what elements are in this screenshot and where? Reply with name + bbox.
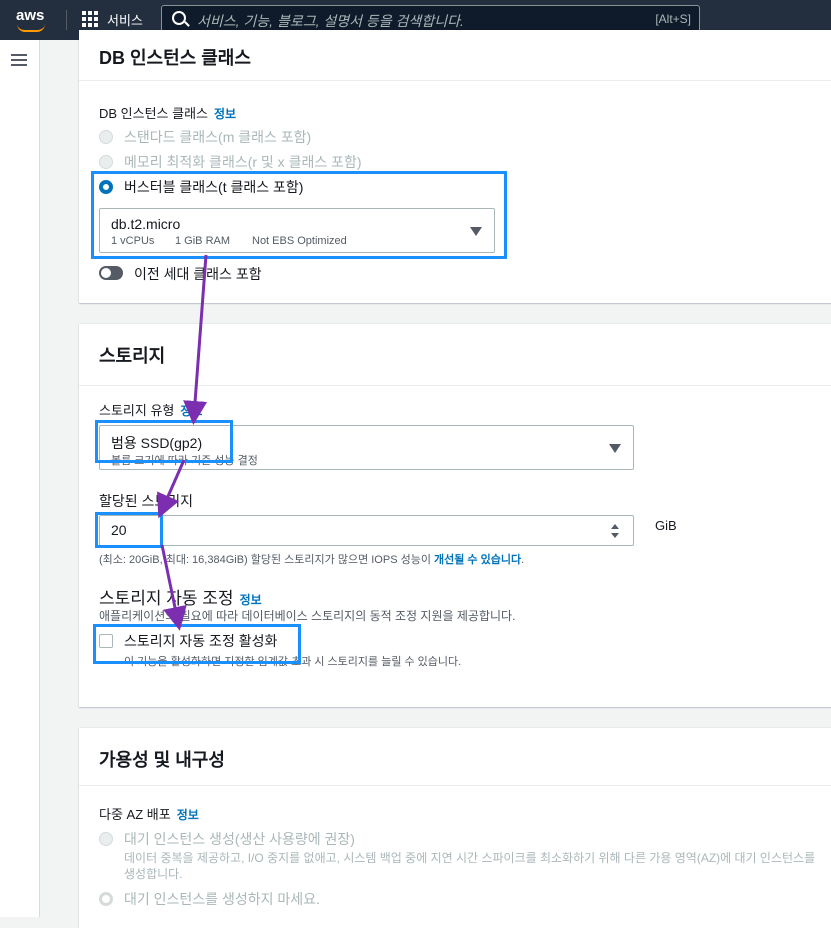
annotation-arrows — [157, 254, 208, 631]
arrow-to-allocated — [157, 459, 186, 519]
arrow-to-storage-type — [183, 254, 208, 425]
arrow-to-autoscaling — [160, 544, 187, 631]
